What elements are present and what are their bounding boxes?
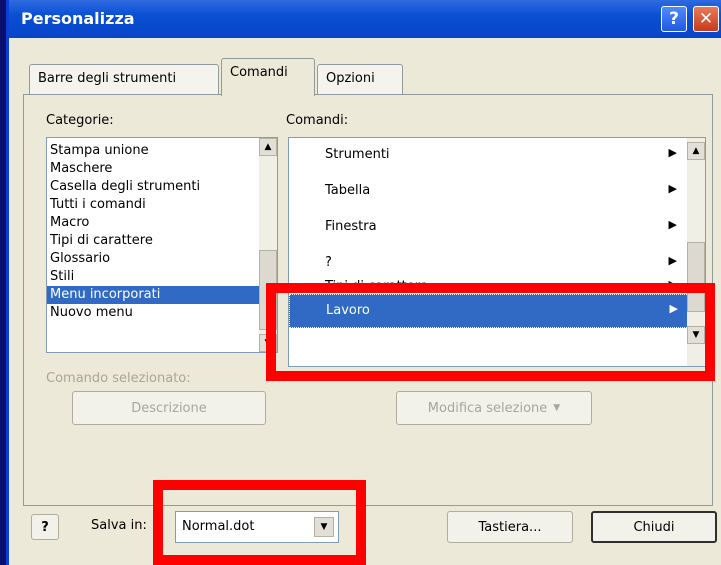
list-item[interactable]: Tutti i comandi <box>47 196 259 214</box>
save-in-label: Salva in: <box>91 518 147 533</box>
list-item[interactable]: Stampa unione <box>47 142 259 160</box>
list-item[interactable]: Stili <box>47 268 259 286</box>
modify-selection-button[interactable]: Modifica selezione ▼ <box>396 391 592 425</box>
description-button[interactable]: Descrizione <box>72 391 266 425</box>
submenu-arrow-icon: ▶ <box>668 182 677 195</box>
list-item[interactable]: Macro <box>47 214 259 232</box>
commands-label: Comandi: <box>286 113 349 128</box>
arrow-up-icon: ▲ <box>692 146 700 156</box>
command-item[interactable]: Finestra ▶ <box>289 210 705 246</box>
tab-toolbars[interactable]: Barre degli strumenti <box>29 64 219 94</box>
title-bar: Personalizza ? ✕ <box>9 0 721 38</box>
keyboard-button[interactable]: Tastiera... <box>447 511 573 543</box>
question-mark-icon: ? <box>669 9 679 29</box>
close-button[interactable]: Chiudi <box>591 511 717 543</box>
list-item[interactable]: Maschere <box>47 160 259 178</box>
command-item[interactable]: Strumenti ▶ <box>289 138 705 174</box>
help-button[interactable]: ? <box>31 514 59 540</box>
window-title: Personalizza <box>21 9 135 28</box>
arrow-up-icon: ▲ <box>264 142 272 152</box>
list-item[interactable]: Tipi di carattere <box>47 232 259 250</box>
scroll-up-button[interactable]: ▲ <box>259 138 277 156</box>
highlight-box-lavoro <box>266 283 715 381</box>
list-item[interactable]: Nuovo menu <box>47 304 259 322</box>
help-icon: ? <box>41 519 49 535</box>
categories-list[interactable]: Stampa unione Maschere Casella degli str… <box>46 137 278 353</box>
list-item-selected[interactable]: Menu incorporati <box>47 286 259 304</box>
command-item[interactable]: Tabella ▶ <box>289 174 705 210</box>
close-title-button[interactable]: ✕ <box>693 6 719 32</box>
submenu-arrow-icon: ▶ <box>668 218 677 231</box>
tab-strip: Barre degli strumenti Comandi Opzioni <box>9 48 721 96</box>
list-item[interactable]: Glossario <box>47 250 259 268</box>
customize-dialog: Personalizza ? ✕ Barre degli strumenti C… <box>6 0 721 565</box>
selected-command-label: Comando selezionato: <box>46 371 191 386</box>
submenu-arrow-icon: ▶ <box>668 254 677 267</box>
categories-label: Categorie: <box>46 113 114 128</box>
highlight-box-save-in <box>153 480 366 565</box>
dropdown-arrow-icon: ▼ <box>553 403 561 413</box>
scroll-up-button[interactable]: ▲ <box>687 142 705 160</box>
list-item[interactable]: Casella degli strumenti <box>47 178 259 196</box>
close-icon: ✕ <box>698 9 714 29</box>
submenu-arrow-icon: ▶ <box>668 146 677 159</box>
tab-options[interactable]: Opzioni <box>317 64 403 94</box>
help-title-button[interactable]: ? <box>661 6 687 32</box>
tab-commands[interactable]: Comandi <box>221 58 315 96</box>
